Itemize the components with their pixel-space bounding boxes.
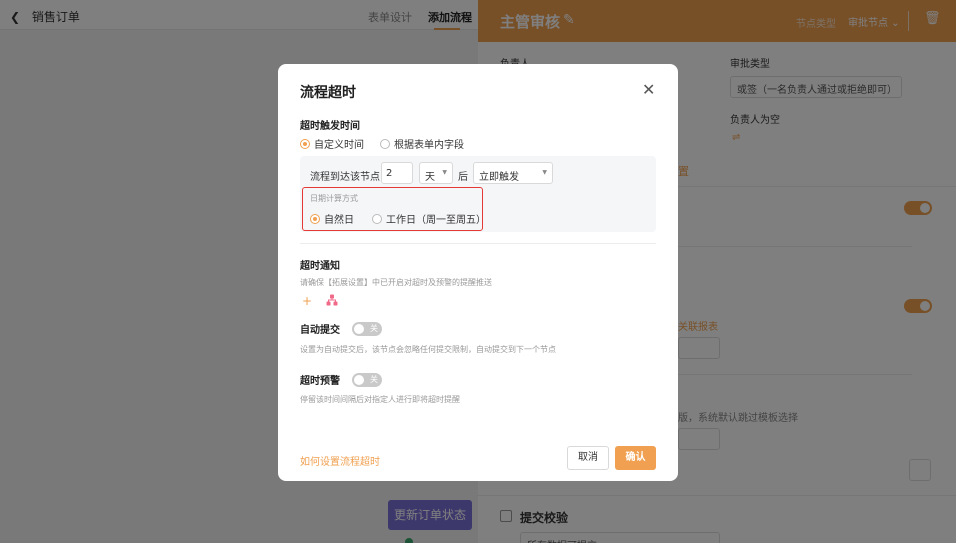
close-icon[interactable]: ✕	[642, 80, 655, 99]
radio-label: 根据表单内字段	[394, 140, 464, 151]
auto-submit-label: 自动提交	[300, 325, 340, 336]
timeout-modal: 流程超时 ✕ 超时触发时间 自定义时间 根据表单内字段 流程到达该节点 2 天 ▼…	[278, 64, 678, 481]
trigger-radio-group: 自定义时间 根据表单内字段	[300, 136, 464, 151]
auto-submit-switch[interactable]: 关	[352, 321, 382, 336]
unit-select[interactable]: 天 ▼	[419, 162, 453, 184]
trigger-select[interactable]: 立即触发 ▼	[473, 162, 553, 184]
radio-dot	[310, 213, 320, 224]
modal-title: 流程超时	[300, 85, 356, 101]
trigger-config-panel: 流程到达该节点 2 天 ▼ 后 立即触发 ▼ 日期计算方式 自然日 工作日（周一至周…	[300, 156, 656, 232]
radio-form-field[interactable]: 根据表单内字段	[380, 136, 464, 151]
radio-custom-time[interactable]: 自定义时间	[300, 136, 364, 151]
warn-label: 超时预警	[300, 376, 340, 387]
notify-section-title: 超时通知	[300, 261, 340, 272]
cancel-button[interactable]: 取消	[567, 446, 609, 470]
auto-submit-row: 自动提交 关	[300, 321, 382, 336]
date-calc-label: 日期计算方式	[310, 194, 358, 203]
arrive-label: 流程到达该节点	[310, 172, 380, 183]
confirm-button[interactable]: 确认	[615, 446, 656, 470]
after-label: 后	[458, 172, 468, 183]
duration-input[interactable]: 2	[381, 162, 413, 184]
radio-label: 自定义时间	[314, 140, 364, 151]
warn-hint: 停留该时间间隔后对指定人进行即将超时提醒	[300, 395, 460, 404]
radio-dot	[300, 138, 310, 149]
chevron-down-icon: ▼	[442, 169, 447, 176]
radio-dot	[380, 138, 390, 149]
warn-switch[interactable]: 关	[352, 372, 382, 387]
plus-icon[interactable]: +	[302, 294, 312, 308]
radio-label: 工作日（周一至周五）	[386, 215, 486, 226]
notify-hint: 请确保【拓展设置】中已开启对超时及预警的提醒推送	[300, 278, 492, 287]
help-link[interactable]: 如何设置流程超时	[300, 453, 380, 468]
auto-submit-hint: 设置为自动提交后，该节点会忽略任何提交限制，自动提交到下一个节点	[300, 345, 556, 354]
chevron-down-icon: ▼	[542, 169, 547, 176]
radio-work-day[interactable]: 工作日（周一至周五）	[372, 211, 486, 226]
radio-natural-day[interactable]: 自然日	[310, 211, 354, 226]
radio-dot	[372, 213, 382, 224]
warn-row: 超时预警 关	[300, 372, 382, 387]
trigger-section-title: 超时触发时间	[300, 121, 360, 132]
radio-label: 自然日	[324, 215, 354, 226]
section-divider	[300, 243, 656, 244]
org-chart-icon[interactable]	[326, 294, 338, 306]
date-radio-group: 自然日 工作日（周一至周五）	[310, 211, 486, 226]
